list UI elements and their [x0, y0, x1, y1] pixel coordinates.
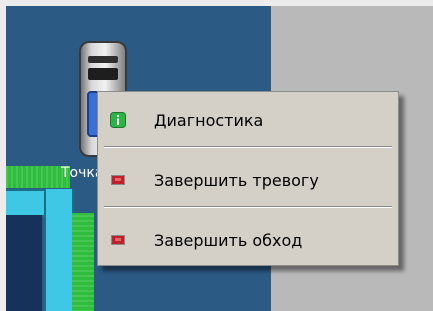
- context-menu: Диагностика Завершить тревогу Завершить …: [97, 91, 399, 266]
- device-label[interactable]: Точка: [61, 165, 101, 181]
- menu-item-end-alarm[interactable]: Завершить тревогу: [98, 160, 398, 200]
- menu-item-label: Завершить обход: [154, 230, 303, 250]
- menu-separator: [104, 146, 392, 148]
- stop-icon: [111, 175, 125, 185]
- zone-green-vertical[interactable]: [72, 213, 94, 311]
- info-icon: [110, 112, 126, 128]
- menu-separator: [104, 206, 392, 208]
- menu-item-label: Завершить тревогу: [154, 170, 319, 190]
- menu-item-diagnostics[interactable]: Диагностика: [98, 100, 398, 140]
- stop-icon: [111, 235, 125, 245]
- menu-item-label: Диагностика: [154, 110, 264, 130]
- zone-cyan-vertical[interactable]: [44, 189, 74, 311]
- screen: Точка Диагностика Завершить тревогу Заве…: [0, 0, 433, 311]
- zone-interior: [6, 215, 42, 311]
- menu-item-end-round[interactable]: Завершить обход: [98, 220, 398, 260]
